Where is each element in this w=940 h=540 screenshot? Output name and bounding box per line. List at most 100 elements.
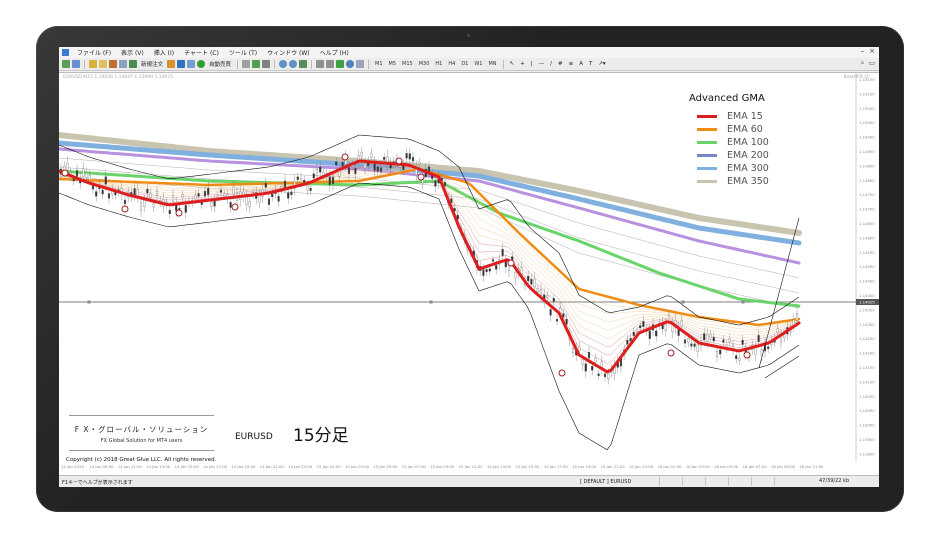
legend-item: EMA 15 (689, 110, 809, 123)
candle-body (207, 188, 210, 195)
toolbar-separator (368, 59, 370, 69)
candle-body (488, 268, 491, 272)
candle-body (597, 373, 600, 377)
text-icon[interactable]: A (577, 61, 585, 67)
tile-windows-icon[interactable] (299, 60, 308, 68)
chart-window[interactable]: 1.15150 1.15100 1.15050 1.15000 1.14950 1.149… (59, 72, 879, 476)
candle-body (299, 178, 303, 183)
menu-file[interactable]: ファイル (F) (72, 48, 116, 57)
candle-body (642, 321, 645, 327)
zoom-out-icon[interactable] (289, 60, 298, 68)
price-tick-label: 1.14500 (859, 264, 875, 269)
order-marker (87, 300, 91, 304)
new-order-icon[interactable] (129, 60, 137, 68)
candlestick-icon[interactable] (252, 60, 261, 68)
tf-h4[interactable]: H4 (446, 61, 457, 67)
close-icon[interactable]: × (869, 47, 875, 55)
candle-body (95, 191, 98, 197)
chat-icon[interactable]: ▭ (868, 59, 875, 68)
auto-trading-icon[interactable] (197, 60, 206, 68)
candle-body (667, 315, 671, 322)
cursor-icon[interactable]: ↖ (508, 61, 517, 67)
terminal-icon[interactable] (109, 60, 117, 68)
time-tick-label: 15 Jan 03:00 (345, 464, 370, 469)
tester-icon[interactable] (119, 60, 127, 68)
candle-body (373, 162, 376, 171)
menu-insert[interactable]: 挿入 (I) (149, 48, 179, 57)
time-tick-label: 16 Jan 11:00 (799, 464, 824, 469)
new-chart-icon[interactable] (62, 60, 70, 68)
tf-m1[interactable]: M1 (373, 61, 385, 67)
candle-body (315, 169, 319, 177)
candle-body (591, 366, 594, 371)
bar-chart-icon[interactable] (242, 60, 251, 68)
menu-window[interactable]: ウィンドウ (W) (262, 48, 315, 57)
mt4-window: ファイル (F) 表示 (V) 挿入 (I) チャート (C) ツール (T) … (59, 47, 879, 487)
candle-body (680, 320, 683, 327)
tf-h1[interactable]: H1 (433, 61, 444, 67)
tf-mn[interactable]: MN (486, 61, 498, 67)
crosshair-icon[interactable]: + (518, 61, 527, 67)
brand-name-en: FX Global Solution for MT4 users (100, 438, 183, 444)
tf-w1[interactable]: W1 (472, 61, 484, 67)
navigator-icon[interactable] (99, 60, 107, 68)
profiles-icon[interactable] (72, 60, 80, 68)
new-order-button[interactable]: 新規注文 (139, 60, 165, 68)
candle-body (584, 363, 587, 372)
candle-body (795, 313, 799, 321)
arrows-icon[interactable]: ↗▾ (596, 61, 607, 67)
price-tick-label: 1.14250 (859, 336, 875, 341)
indicators-icon[interactable] (336, 60, 345, 68)
channel-icon[interactable]: # (556, 61, 565, 67)
zoom-in-icon[interactable] (279, 60, 288, 68)
autoscroll-icon[interactable] (326, 60, 335, 68)
tf-m30[interactable]: M30 (417, 61, 432, 67)
chart-shift-icon[interactable] (316, 60, 325, 68)
line-chart-icon[interactable] (262, 60, 271, 68)
search-icon[interactable]: ⌕ (860, 59, 864, 68)
fibonacci-icon[interactable]: ≡ (567, 61, 576, 67)
minimize-icon[interactable]: – (861, 47, 865, 55)
candle-body (248, 201, 251, 208)
candle-body (549, 309, 552, 316)
market-watch-icon[interactable] (89, 60, 97, 68)
price-tick-label: 1.14450 (859, 279, 875, 284)
periods-icon[interactable] (346, 60, 355, 68)
print-icon[interactable] (177, 60, 186, 68)
order-marker (429, 300, 433, 304)
status-profile: [ DEFAULT ] EURUSD (580, 479, 632, 485)
candle-body (728, 338, 731, 343)
candle-body (607, 373, 610, 380)
menu-view[interactable]: 表示 (V) (116, 48, 149, 57)
candle-body (216, 195, 219, 198)
candle-body (143, 200, 146, 207)
candle-body (482, 269, 485, 276)
menu-tools[interactable]: ツール (T) (224, 48, 262, 57)
tf-m5[interactable]: M5 (387, 61, 399, 67)
candle-body (603, 373, 607, 378)
horizontal-line-icon[interactable]: — (537, 61, 547, 67)
options-icon[interactable] (187, 60, 196, 68)
candle-body (104, 176, 107, 185)
menu-charts[interactable]: チャート (C) (179, 48, 224, 57)
templates-icon[interactable] (356, 60, 365, 68)
price-tick-label: 1.14750 (859, 192, 875, 197)
label-icon[interactable]: T (587, 61, 594, 67)
symbol-info: EURUSD,M15 1.14026 1.14047 1.13990 1.140… (63, 75, 174, 80)
brand-logo: F X・グローバル・ソリューション FX Global Solution for… (69, 415, 214, 451)
signal-marker (175, 209, 183, 217)
price-tick-label: 1.13950 (859, 423, 875, 428)
auto-trading-button[interactable]: 自動売買 (207, 60, 233, 68)
trendline-icon[interactable]: / (548, 61, 554, 67)
tf-m15[interactable]: M15 (400, 61, 415, 67)
metaeditor-icon[interactable] (167, 60, 176, 68)
candle-body (271, 193, 274, 198)
candle-body (210, 202, 213, 207)
tf-d1[interactable]: D1 (459, 61, 470, 67)
legend-swatch (697, 128, 717, 131)
price-tick-label: 1.14100 (859, 379, 875, 384)
candle-body (219, 189, 223, 193)
vertical-line-icon[interactable]: | (529, 61, 535, 67)
menu-help[interactable]: ヘルプ (H) (315, 48, 354, 57)
menu-bar: ファイル (F) 表示 (V) 挿入 (I) チャート (C) ツール (T) … (59, 47, 879, 58)
